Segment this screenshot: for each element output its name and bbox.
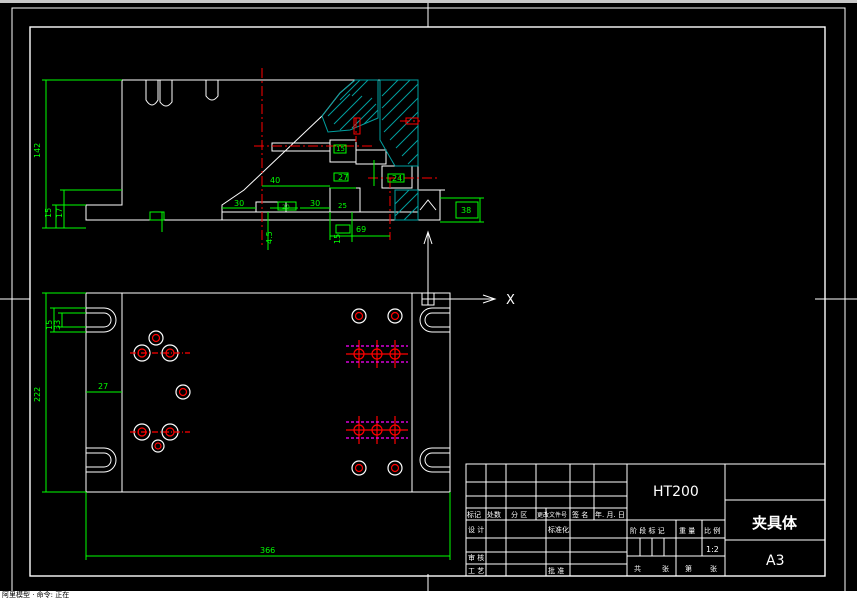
dim-plan-ear: 27	[98, 382, 108, 391]
scale-value: 1:2	[706, 545, 719, 554]
plan-view-dimension-texts: 15 33 222 27 366	[33, 320, 275, 555]
dim-base-step: 17	[55, 208, 64, 218]
scale-header: 比 例	[704, 526, 720, 535]
front-view: 142 15 17 40 30 30 20 27 24 38 4.5 15 69…	[33, 68, 515, 308]
dim-lower-depth: 4.5	[265, 231, 274, 244]
standardize-label: 标准化	[548, 525, 569, 534]
dim-plan-length: 366	[260, 546, 275, 555]
dim-jaw-height: 38	[461, 206, 471, 215]
header-change-doc: 更改文件号	[537, 511, 567, 519]
cad-drawing-canvas[interactable]: 142 15 17 40 30 30 20 27 24 38 4.5 15 69…	[0, 0, 857, 599]
process-label: 工 艺	[468, 567, 484, 575]
material-label: HT200	[653, 484, 699, 500]
dim-bore-length: 40	[270, 176, 280, 185]
command-status-bar: 阿里模型 · 命令: 正在	[0, 591, 857, 599]
dim-right-offset: 30	[310, 199, 320, 208]
sheet-total-unit: 张	[662, 564, 669, 573]
front-view-outline	[85, 79, 445, 221]
sheet-number-unit: 张	[710, 564, 717, 573]
stage-mark-header: 阶 段 标 记	[630, 526, 665, 535]
dim-lower-pitch: 15	[333, 234, 342, 244]
ucs-x-axis-label: X	[506, 293, 515, 308]
dim-left-offset: 30	[234, 199, 244, 208]
dim-base-thickness: 15	[44, 208, 53, 218]
dim-jaw-offset: 24	[392, 174, 402, 183]
part-name: 夹具体	[752, 514, 798, 532]
sheet-number-label: 第	[685, 564, 692, 573]
dim-pin-spacing: 25	[338, 202, 347, 210]
header-signature: 签 名	[572, 510, 588, 519]
plan-view-dimension-lines	[42, 292, 451, 560]
status-text: 阿里模型 · 命令: 正在	[2, 591, 70, 599]
dim-step-height: 27	[338, 173, 348, 182]
header-zone: 分 区	[511, 510, 527, 519]
dim-small-width: 20	[282, 204, 290, 211]
sheet-size: A3	[766, 553, 784, 569]
plan-view: 15 33 222 27 366	[33, 292, 451, 560]
dim-slot-spacing: 33	[53, 320, 62, 330]
ucs-icon	[421, 230, 497, 306]
sheet-total-label: 共	[634, 564, 641, 573]
bolt-holes-right	[346, 308, 408, 476]
header-count: 处数	[487, 510, 501, 519]
header-mark: 标记	[467, 510, 481, 519]
dim-bore-diameter: 15	[336, 145, 345, 153]
dim-overall-height: 142	[33, 143, 42, 158]
review-label: 审 核	[468, 553, 484, 562]
bolt-holes-left	[130, 330, 191, 453]
approve-label: 批 准	[548, 566, 564, 575]
design-label: 设 计	[468, 525, 484, 534]
header-date: 年. 月. 日	[595, 510, 625, 519]
weight-header: 重 量	[679, 527, 695, 535]
viewport-top-strip	[0, 0, 857, 3]
dim-lower-span: 69	[356, 225, 366, 234]
dim-plan-depth: 222	[33, 387, 42, 402]
front-view-centerlines	[254, 68, 440, 248]
title-block-texts: HT200 夹具体 A3 1:2 标记 处数 分 区 更改文件号 签 名 年. …	[467, 484, 798, 575]
